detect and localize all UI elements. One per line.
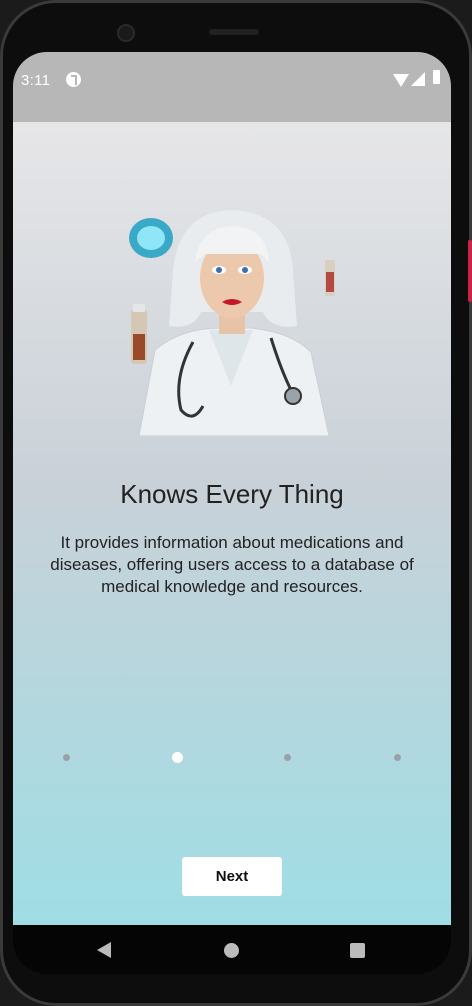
- page-indicator-dot-2-active[interactable]: [172, 752, 183, 763]
- app-notification-icon: [66, 72, 81, 87]
- wifi-icon: [393, 74, 409, 87]
- navigation-bar: [13, 925, 451, 974]
- doctor-illustration: [129, 210, 335, 436]
- page-indicator-dot-1[interactable]: [63, 754, 70, 761]
- front-camera: [117, 24, 135, 42]
- screen: 3:11 Knows Every Thing It provides infor…: [13, 52, 451, 974]
- status-time: 3:11: [21, 72, 51, 89]
- recents-icon[interactable]: [350, 943, 365, 958]
- phone-frame: 3:11 Knows Every Thing It provides infor…: [0, 0, 472, 1006]
- earpiece-speaker: [209, 29, 259, 35]
- status-bar: 3:11: [13, 52, 451, 122]
- onboarding-title: Knows Every Thing: [120, 479, 344, 509]
- page-indicator-dot-4[interactable]: [394, 754, 401, 761]
- home-icon[interactable]: [224, 943, 239, 958]
- power-button: [468, 240, 472, 302]
- onboarding-description: It provides information about medication…: [50, 533, 414, 596]
- next-button[interactable]: Next: [182, 857, 282, 896]
- signal-icon: [411, 72, 425, 86]
- page-indicator-dot-3[interactable]: [284, 754, 291, 761]
- back-icon[interactable]: [97, 942, 111, 958]
- onboarding-page: Knows Every Thing It provides informatio…: [13, 122, 451, 925]
- battery-icon: [433, 70, 440, 84]
